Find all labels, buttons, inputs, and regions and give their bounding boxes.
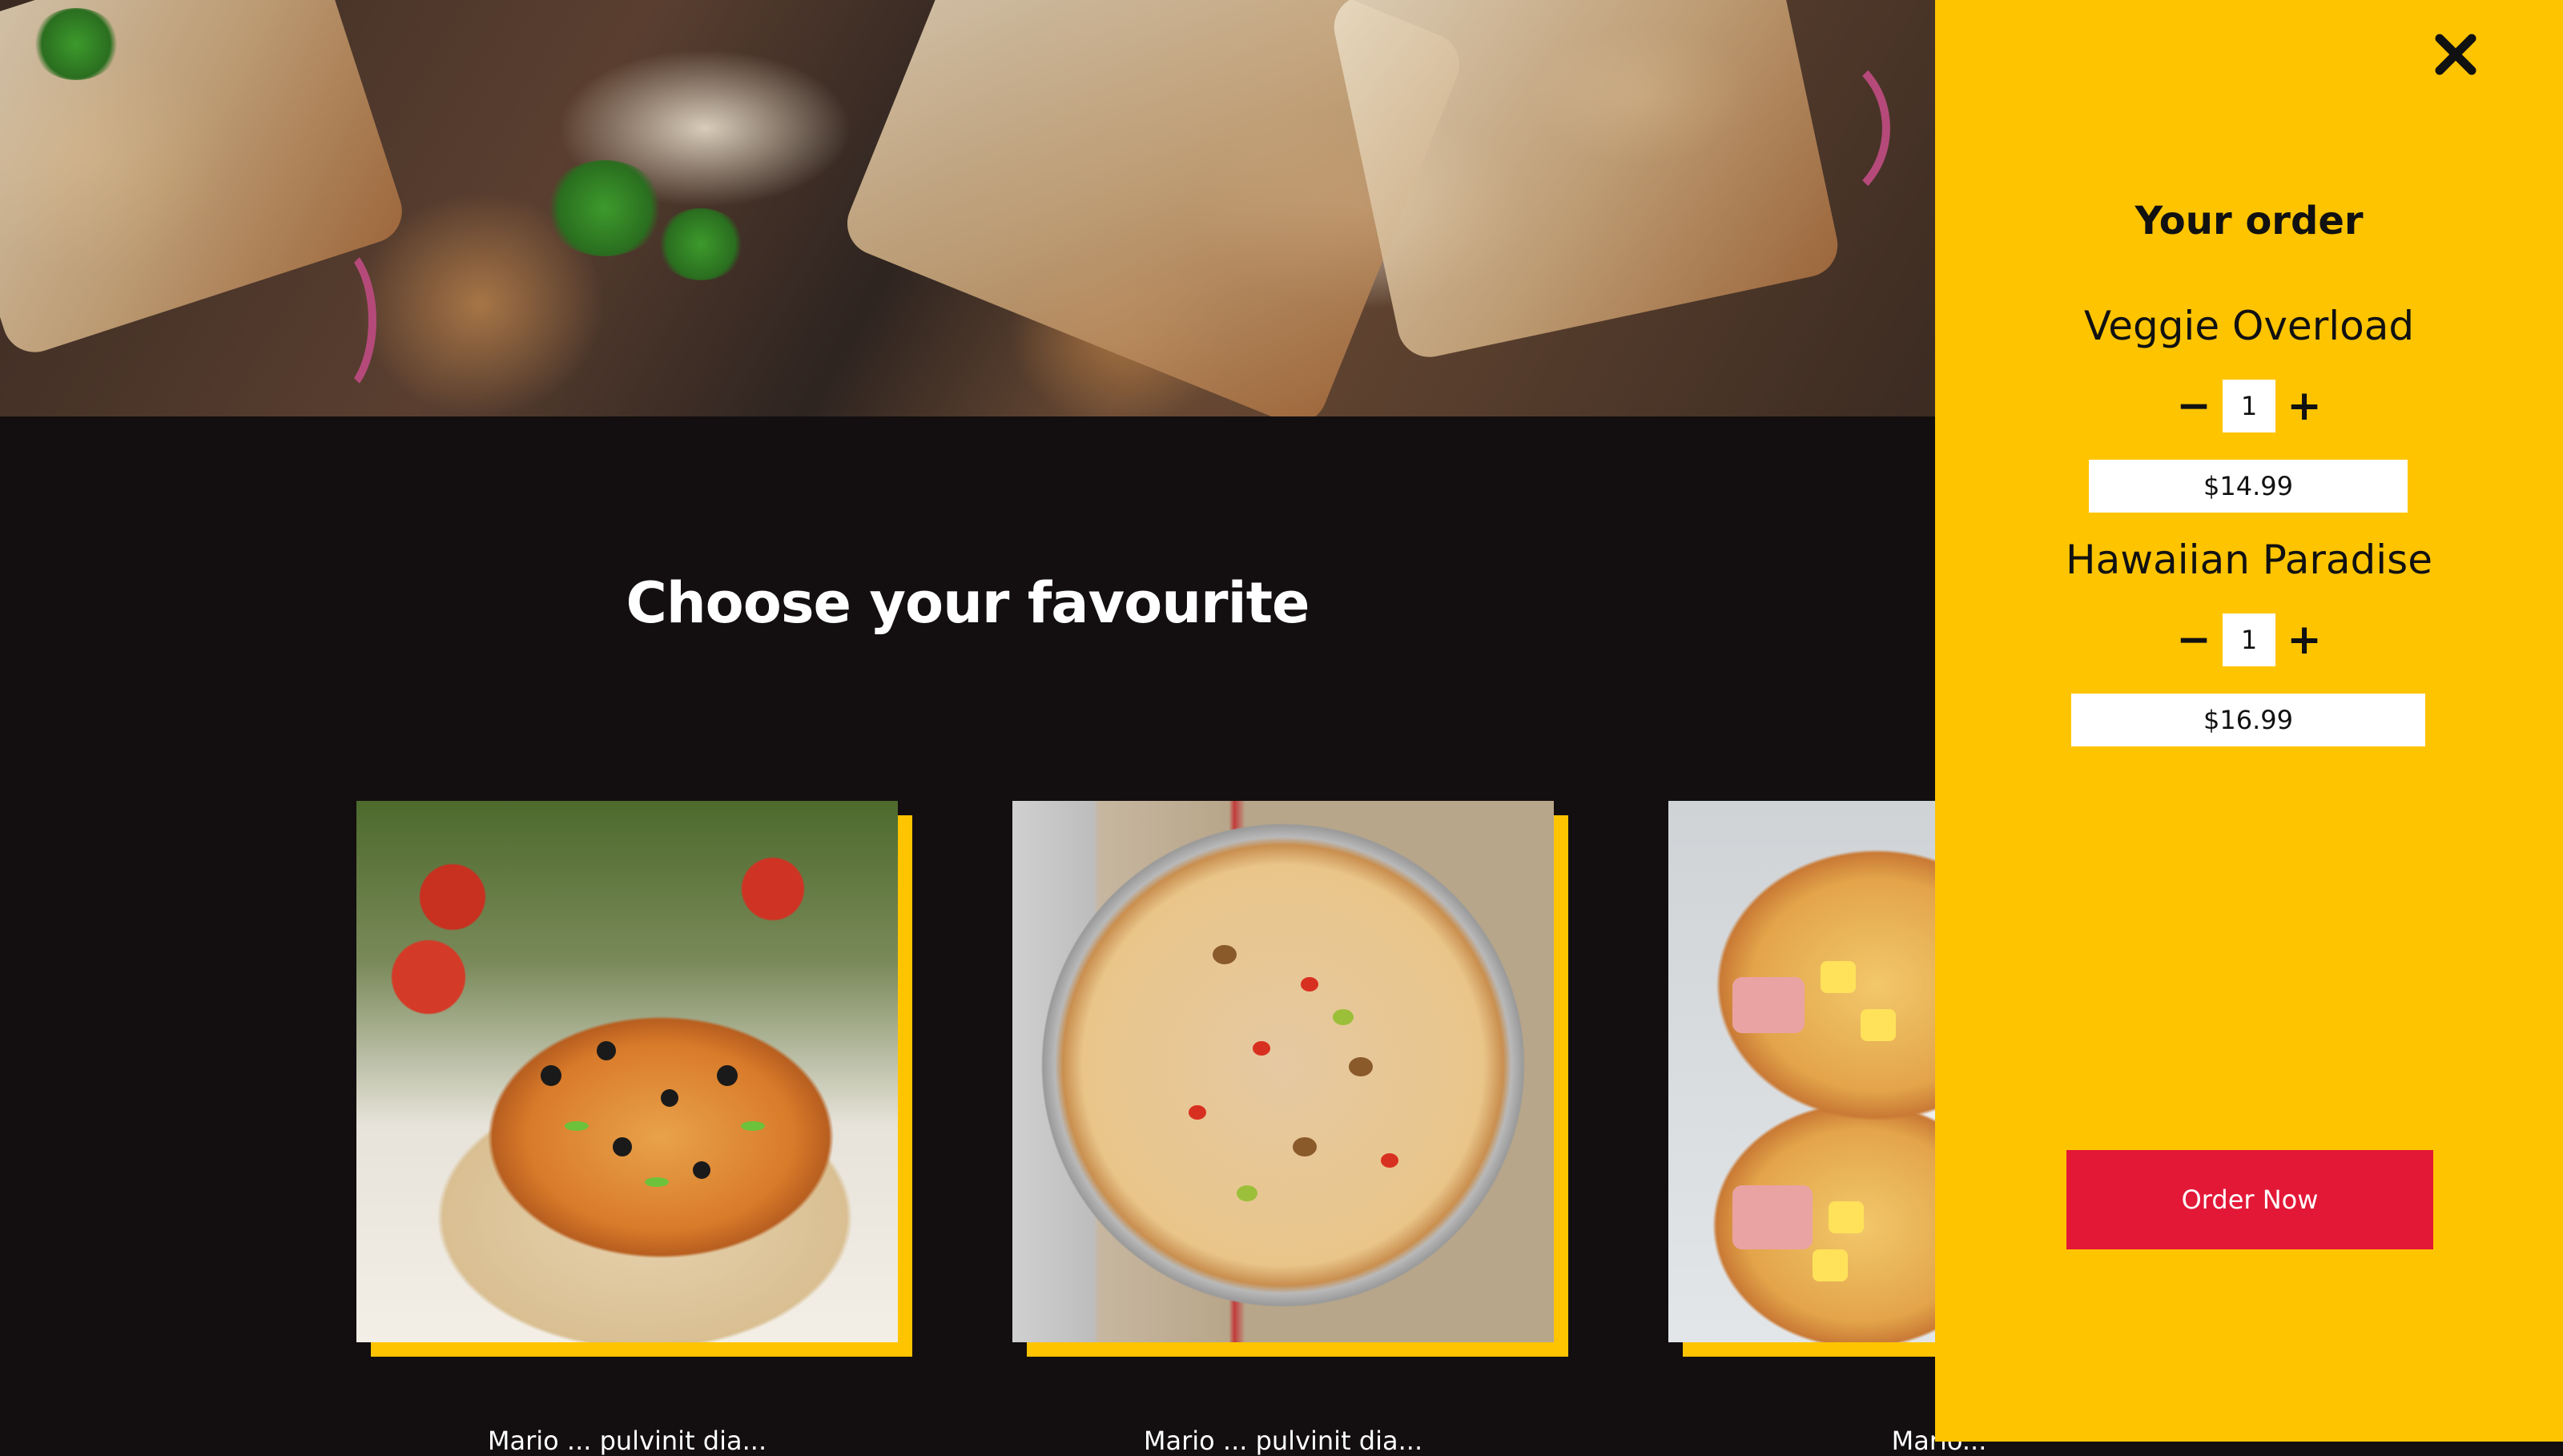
order-item-name: Veggie Overload [2083, 303, 2415, 349]
pizza-card[interactable]: Mario ... pulvinit dia... [356, 801, 912, 1456]
quantity-stepper: − + [1935, 378, 2563, 434]
close-button[interactable] [2425, 24, 2486, 85]
order-drawer: Your order Veggie Overload − + $14.99 Ha… [1935, 0, 2563, 1442]
pizza-image[interactable] [356, 801, 898, 1342]
herb-garnish [657, 208, 745, 280]
pizza-card-caption: Mario ... pulvinit dia... [487, 1426, 767, 1456]
item-price: $16.99 [2071, 694, 2425, 746]
close-icon [2435, 34, 2476, 75]
pizza-card-caption: Mario ... pulvinit dia... [1143, 1426, 1423, 1456]
increase-quantity-button[interactable]: + [2280, 616, 2328, 664]
item-price: $14.99 [2089, 460, 2408, 513]
onion-slice [1746, 48, 1890, 208]
increase-quantity-button[interactable]: + [2280, 382, 2328, 430]
pizza-image[interactable] [1012, 801, 1554, 1342]
herb-garnish [545, 160, 665, 256]
quantity-stepper: − + [1935, 612, 2563, 668]
menu-heading: Choose your favourite [626, 570, 1310, 636]
quantity-input[interactable] [2223, 380, 2275, 432]
onion-slice [288, 240, 376, 400]
order-now-button[interactable]: Order Now [2066, 1150, 2433, 1249]
order-title: Your order [2134, 199, 2364, 243]
hero-image [0, 0, 1935, 416]
quantity-input[interactable] [2223, 613, 2275, 666]
decrease-quantity-button[interactable]: − [2170, 382, 2218, 430]
herb-garnish [32, 8, 120, 80]
decrease-quantity-button[interactable]: − [2170, 616, 2218, 664]
pizza-card[interactable]: Mario ... pulvinit dia... [1012, 801, 1568, 1456]
order-item-name: Hawaiian Paradise [2066, 537, 2432, 583]
